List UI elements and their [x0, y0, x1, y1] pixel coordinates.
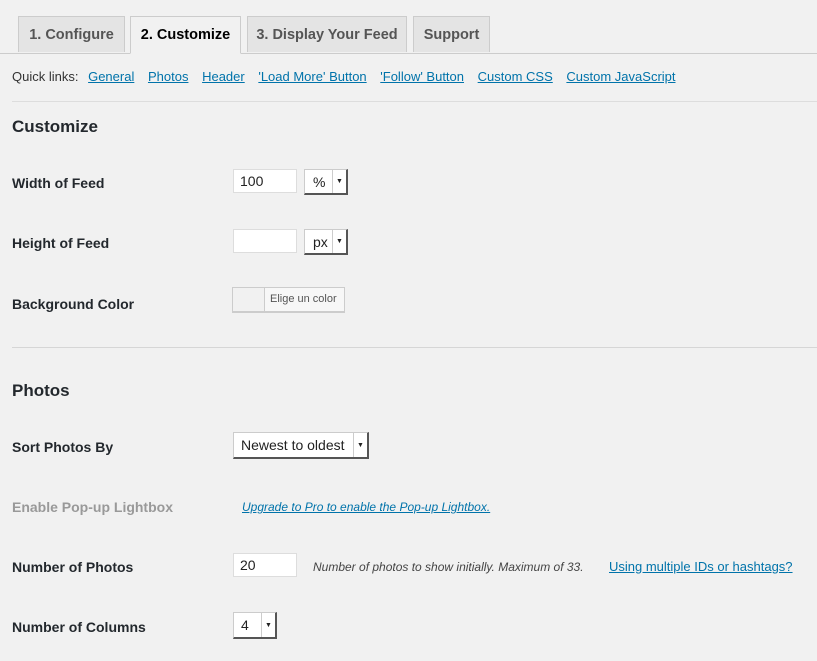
tab-configure[interactable]: 1. Configure [18, 16, 125, 52]
height-of-feed-label: Height of Feed [12, 235, 110, 251]
number-of-photos-hint: Number of photos to show initially. Maxi… [313, 560, 584, 574]
tab-customize[interactable]: 2. Customize [130, 16, 241, 54]
number-of-columns-select[interactable]: 4 ▼ [233, 612, 277, 639]
quick-links: Quick links: General Photos Header 'Load… [12, 69, 676, 84]
height-unit-value: px [313, 233, 328, 250]
section-title-customize: Customize [12, 117, 98, 136]
number-of-columns-value: 4 [241, 617, 249, 633]
upgrade-to-pro-link[interactable]: Upgrade to Pro to enable the Pop-up Ligh… [242, 500, 490, 514]
height-unit-select[interactable]: px ▼ [304, 229, 348, 255]
quick-link-custom-javascript[interactable]: Custom JavaScript [566, 69, 675, 84]
tab-bar: 1. Configure 2. Customize 3. Display You… [0, 0, 817, 54]
chevron-down-icon: ▼ [261, 613, 275, 637]
sort-photos-value: Newest to oldest [241, 437, 345, 453]
width-of-feed-input[interactable] [233, 169, 297, 193]
sort-photos-select[interactable]: Newest to oldest ▼ [233, 432, 369, 459]
number-of-photos-input[interactable] [233, 553, 297, 577]
tab-support[interactable]: Support [413, 16, 490, 52]
width-unit-select[interactable]: % ▼ [304, 169, 348, 195]
quick-link-custom-css[interactable]: Custom CSS [478, 69, 553, 84]
quick-link-photos[interactable]: Photos [148, 69, 188, 84]
background-color-picker-button[interactable]: Elige un color [232, 287, 345, 312]
sort-photos-by-label: Sort Photos By [12, 439, 114, 455]
background-color-label: Background Color [12, 296, 135, 312]
quick-link-follow-button[interactable]: 'Follow' Button [380, 69, 464, 84]
multiple-ids-hashtags-link[interactable]: Using multiple IDs or hashtags? [609, 559, 793, 574]
divider [12, 347, 817, 348]
chevron-down-icon: ▼ [332, 230, 346, 253]
color-swatch [233, 288, 265, 311]
width-unit-value: % [313, 173, 326, 190]
quick-link-header[interactable]: Header [202, 69, 245, 84]
quick-links-label: Quick links: [12, 69, 79, 84]
section-title-photos: Photos [12, 381, 70, 400]
color-picker-label: Elige un color [270, 293, 337, 305]
number-of-columns-label: Number of Columns [12, 619, 146, 635]
height-of-feed-input[interactable] [233, 229, 297, 253]
chevron-down-icon: ▼ [353, 433, 367, 457]
width-of-feed-label: Width of Feed [12, 175, 105, 191]
quick-link-general[interactable]: General [88, 69, 134, 84]
divider [12, 101, 817, 102]
chevron-down-icon: ▼ [332, 170, 346, 193]
tab-display-your-feed[interactable]: 3. Display Your Feed [247, 16, 407, 52]
number-of-photos-label: Number of Photos [12, 559, 134, 575]
enable-lightbox-label: Enable Pop-up Lightbox [12, 499, 173, 515]
quick-link-load-more-button[interactable]: 'Load More' Button [258, 69, 366, 84]
